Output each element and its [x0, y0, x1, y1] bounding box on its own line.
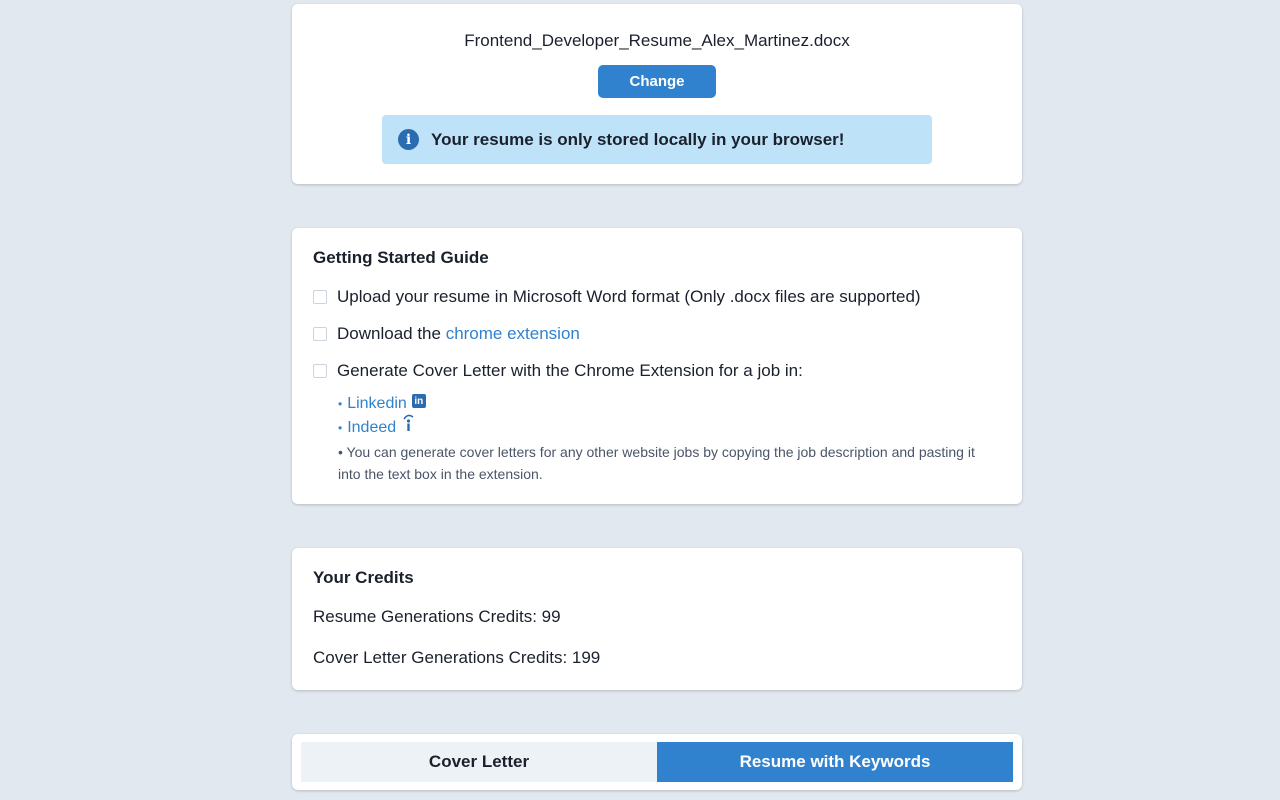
info-icon: i [398, 129, 419, 150]
list-item-linkedin: • Linkedin in [338, 392, 1001, 416]
tab-resume-with-keywords[interactable]: Resume with Keywords [657, 742, 1013, 782]
step-download-checkbox[interactable] [313, 327, 327, 341]
getting-started-guide-card: Getting Started Guide Upload your resume… [292, 228, 1022, 504]
bullet: • [338, 397, 343, 411]
credits-card: Your Credits Resume Generations Credits:… [292, 548, 1022, 690]
mode-tabs: Cover Letter Resume with Keywords [292, 734, 1022, 790]
cover-letter-credits: Cover Letter Generations Credits: 199 [313, 648, 601, 667]
indeed-icon [403, 414, 414, 437]
indeed-link[interactable]: Indeed [347, 419, 396, 437]
guide-step-upload: Upload your resume in Microsoft Word for… [313, 287, 1001, 307]
resume-credits: Resume Generations Credits: 99 [313, 607, 561, 626]
job-sites-list: • Linkedin in • Indeed • You can generat… [338, 392, 1001, 485]
guide-step-download: Download the chrome extension [313, 324, 1001, 344]
list-item-indeed: • Indeed [338, 414, 1001, 440]
other-sites-note: • You can generate cover letters for any… [338, 444, 975, 482]
chrome-extension-link[interactable]: chrome extension [446, 324, 580, 343]
tab-cover-letter[interactable]: Cover Letter [301, 742, 657, 782]
credits-title: Your Credits [313, 568, 414, 587]
guide-title: Getting Started Guide [313, 248, 489, 267]
linkedin-icon: in [411, 394, 426, 408]
change-resume-button[interactable]: Change [598, 65, 716, 98]
local-storage-info-banner: i Your resume is only stored locally in … [382, 115, 932, 164]
guide-step-generate: Generate Cover Letter with the Chrome Ex… [313, 361, 1001, 381]
step-generate-checkbox[interactable] [313, 364, 327, 378]
step-generate-label: Generate Cover Letter with the Chrome Ex… [337, 361, 803, 380]
linkedin-link[interactable]: Linkedin [347, 395, 407, 413]
step-upload-label: Upload your resume in Microsoft Word for… [337, 287, 921, 306]
bullet: • [338, 421, 343, 435]
resume-filename: Frontend_Developer_Resume_Alex_Martinez.… [464, 31, 850, 50]
step-download-prefix: Download the [337, 324, 446, 343]
step-upload-checkbox[interactable] [313, 290, 327, 304]
info-message: Your resume is only stored locally in yo… [431, 129, 845, 149]
resume-upload-card: Frontend_Developer_Resume_Alex_Martinez.… [292, 4, 1022, 184]
step-download-label: Download the chrome extension [337, 324, 580, 344]
